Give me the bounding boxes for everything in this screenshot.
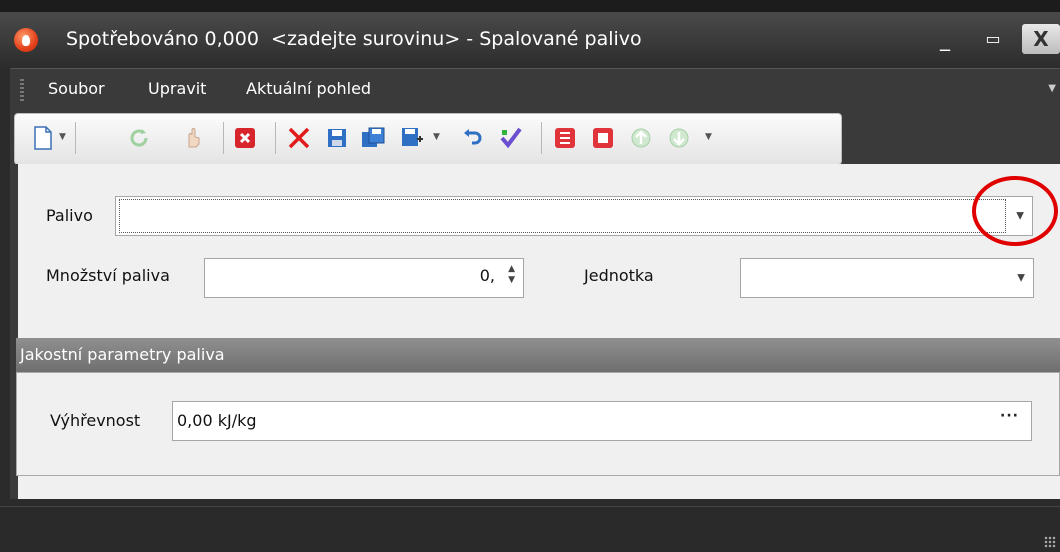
save-as-icon[interactable] — [401, 126, 425, 150]
menu-bar: Soubor Upravit Aktuální pohled ▼ — [10, 68, 1060, 111]
move-up-icon[interactable] — [629, 126, 653, 150]
validate-icon[interactable] — [499, 126, 523, 150]
last-record-icon[interactable] — [591, 126, 615, 150]
mnozstvi-value: 0, — [479, 266, 495, 285]
palivo-dropdown-icon[interactable]: ▼ — [1016, 211, 1024, 222]
spinner-arrows-icon[interactable]: ▲ ▼ — [508, 264, 515, 286]
vyhrevnost-value: 0,00 kJ/kg — [177, 411, 257, 430]
mnozstvi-spinner[interactable]: 0, ▲ ▼ — [204, 258, 524, 298]
toolbar-separator — [275, 122, 276, 154]
save-icon[interactable] — [325, 126, 349, 150]
refresh-icon[interactable] — [127, 126, 151, 150]
toolbar-separator — [541, 122, 542, 154]
jednotka-label: Jednotka — [584, 266, 654, 285]
menu-overflow-icon[interactable]: ▼ — [1048, 83, 1056, 94]
move-down-icon[interactable] — [667, 126, 691, 150]
maximize-button[interactable]: ▭ — [978, 24, 1008, 54]
toolbar-separator — [223, 122, 224, 154]
vyhrevnost-label: Výhřevnost — [50, 411, 141, 430]
app-flame-icon — [14, 28, 38, 52]
menu-upravit[interactable]: Upravit — [148, 79, 206, 98]
menu-grip[interactable] — [20, 79, 24, 101]
new-dropdown-icon[interactable]: ▼ — [59, 132, 66, 142]
vyhrevnost-field[interactable]: 0,00 kJ/kg ··· — [172, 401, 1032, 441]
toolbar-separator — [75, 122, 76, 154]
first-record-icon[interactable] — [553, 126, 577, 150]
quality-params-header[interactable]: Jakostní parametry paliva — [16, 338, 1060, 372]
hand-icon[interactable] — [181, 126, 205, 150]
palivo-focus-outline — [119, 199, 1006, 233]
status-bar — [0, 506, 1060, 552]
toolbar: ▼ ▼ ▼ — [14, 113, 842, 165]
save-dropdown-icon[interactable]: ▼ — [433, 132, 440, 142]
menu-aktualni-pohled[interactable]: Aktuální pohled — [246, 79, 371, 98]
new-document-icon[interactable] — [31, 126, 55, 150]
toolbar-overflow-icon[interactable]: ▼ — [705, 132, 712, 142]
minimize-button[interactable]: _ — [930, 24, 960, 54]
menu-soubor[interactable]: Soubor — [48, 79, 105, 98]
title-bar: Spotřebováno 0,000 <zadejte surovinu> - … — [0, 12, 1060, 68]
vyhrevnost-ellipsis-button[interactable]: ··· — [1000, 408, 1019, 424]
quality-params-title: Jakostní parametry paliva — [20, 345, 225, 364]
palivo-combobox[interactable]: ▼ — [115, 196, 1033, 236]
window-title: Spotřebováno 0,000 <zadejte surovinu> - … — [66, 28, 642, 50]
undo-icon[interactable] — [461, 126, 485, 150]
resize-grip-icon[interactable] — [1044, 536, 1056, 548]
close-button[interactable]: X — [1022, 24, 1060, 54]
palivo-label: Palivo — [46, 206, 93, 225]
delete-icon[interactable] — [287, 126, 311, 150]
jednotka-dropdown-icon[interactable]: ▼ — [1017, 273, 1025, 284]
save-copy-icon[interactable] — [361, 126, 385, 150]
mnozstvi-label: Množství paliva — [46, 266, 170, 285]
delete-record-icon[interactable] — [233, 126, 257, 150]
jednotka-combobox[interactable]: ▼ — [740, 258, 1034, 298]
